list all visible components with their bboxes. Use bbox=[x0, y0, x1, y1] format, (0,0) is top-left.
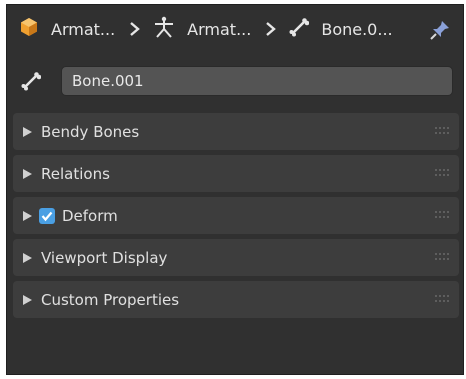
panel-viewport-display[interactable]: Viewport Display bbox=[13, 239, 459, 276]
properties-editor: Armat... Armat... Bone.0... Bone.001 Ben… bbox=[6, 4, 464, 375]
breadcrumb-label: Bone.0... bbox=[321, 19, 393, 39]
expand-arrow-icon bbox=[23, 126, 32, 137]
chevron-right-icon bbox=[129, 21, 141, 37]
panel-label: Viewport Display bbox=[41, 248, 168, 267]
drag-handle-icon[interactable] bbox=[435, 211, 449, 219]
drag-handle-icon[interactable] bbox=[435, 169, 449, 177]
chevron-right-icon bbox=[265, 21, 277, 37]
panel-bendy-bones[interactable]: Bendy Bones bbox=[13, 113, 459, 150]
panel-label: Custom Properties bbox=[41, 290, 180, 309]
expand-arrow-icon bbox=[23, 168, 32, 179]
bone-icon bbox=[21, 71, 42, 95]
breadcrumb-bone[interactable]: Bone.0... bbox=[289, 17, 393, 41]
panel-relations[interactable]: Relations bbox=[13, 155, 459, 192]
panel-deform[interactable]: Deform bbox=[13, 197, 459, 234]
expand-arrow-icon bbox=[23, 210, 32, 221]
drag-handle-icon[interactable] bbox=[435, 127, 449, 135]
breadcrumb-armature-object[interactable]: Armat... bbox=[19, 17, 115, 41]
drag-handle-icon[interactable] bbox=[435, 253, 449, 261]
panel-label: Bendy Bones bbox=[41, 122, 140, 141]
panel-label: Deform bbox=[62, 206, 118, 225]
panel-custom-properties[interactable]: Custom Properties bbox=[13, 281, 459, 318]
pin-icon[interactable] bbox=[429, 19, 451, 45]
expand-arrow-icon bbox=[23, 294, 32, 305]
bone-name-field[interactable]: Bone.001 bbox=[61, 66, 453, 96]
breadcrumb-label: Armat... bbox=[51, 19, 116, 39]
drag-handle-icon[interactable] bbox=[435, 295, 449, 303]
breadcrumb-armature-data[interactable]: Armat... bbox=[153, 16, 251, 42]
deform-checkbox[interactable] bbox=[39, 207, 55, 224]
breadcrumb: Armat... Armat... Bone.0... bbox=[7, 5, 463, 53]
panel-list: Bendy Bones Relations Deform Viewport Di… bbox=[13, 113, 459, 323]
bone-icon bbox=[289, 17, 310, 41]
armature-object-icon bbox=[19, 17, 39, 41]
panel-label: Relations bbox=[41, 164, 110, 183]
armature-data-icon bbox=[153, 16, 175, 42]
checkmark-icon bbox=[41, 211, 53, 221]
bone-name-row: Bone.001 bbox=[7, 61, 463, 101]
breadcrumb-label: Armat... bbox=[187, 19, 252, 39]
expand-arrow-icon bbox=[23, 252, 32, 263]
